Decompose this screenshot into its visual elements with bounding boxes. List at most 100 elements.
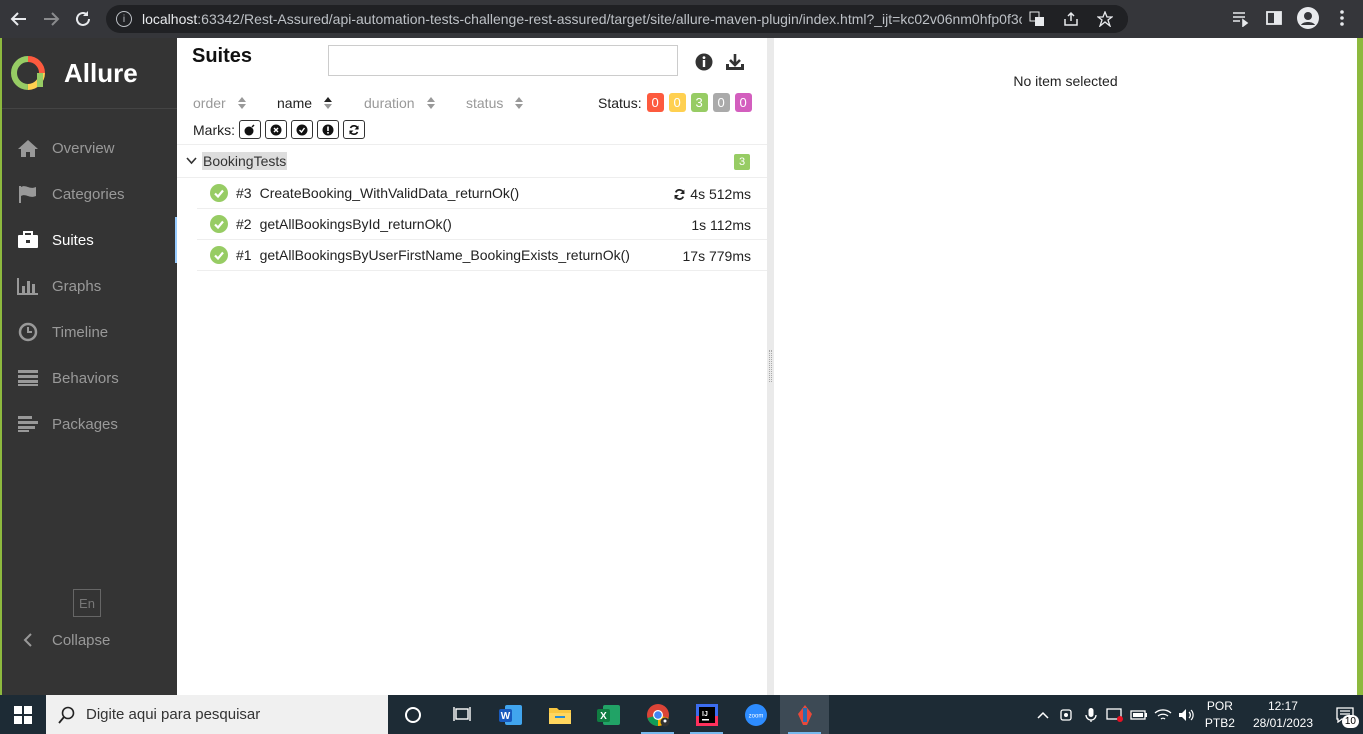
bookmark-star-icon[interactable] [1090, 5, 1120, 33]
suites-tree: BookingTests 3 #3 CreateBooking_WithVali… [177, 144, 767, 271]
mark-flaky-toggle[interactable] [239, 120, 261, 139]
chevron-left-icon [16, 633, 40, 647]
chevron-up-icon[interactable] [1031, 695, 1055, 734]
browser-toolbar: i localhost:63342/Rest-Assured/api-autom… [0, 0, 1363, 38]
collapse-button[interactable]: Collapse [16, 622, 110, 658]
suite-passed-count-badge: 3 [734, 154, 750, 170]
status-unknown-toggle[interactable]: 0 [734, 93, 752, 112]
taskbar-clock[interactable]: 12:17 28/01/2023 [1253, 698, 1313, 732]
test-number: #3 [236, 185, 252, 201]
nav-item-graphs[interactable]: Graphs [2, 263, 177, 309]
info-button[interactable] [693, 51, 715, 73]
page-title: Suites [192, 45, 253, 67]
sort-arrows-icon [324, 97, 333, 109]
notification-count: 10 [1341, 715, 1359, 728]
back-icon[interactable] [3, 3, 35, 35]
info-icon[interactable]: i [116, 11, 132, 27]
postman-app-icon[interactable] [780, 695, 829, 734]
windows-start-icon[interactable] [0, 695, 46, 734]
address-bar[interactable]: i localhost:63342/Rest-Assured/api-autom… [106, 5, 1128, 33]
intellij-app-icon[interactable]: IJ [682, 695, 731, 734]
browser-menu-icon[interactable] [1327, 3, 1357, 33]
passed-check-icon [210, 184, 228, 202]
sort-order[interactable]: order [193, 95, 246, 111]
svg-text:zoom: zoom [748, 713, 763, 719]
nav-item-overview[interactable]: Overview [2, 125, 177, 171]
mark-new-broken-toggle[interactable] [317, 120, 339, 139]
keyboard-layout: PTB2 [1204, 715, 1235, 730]
nav-item-packages[interactable]: Packages [2, 401, 177, 447]
status-skipped-toggle[interactable]: 0 [712, 93, 730, 112]
excel-app-icon[interactable]: X [584, 695, 633, 734]
splitter-grip[interactable] [769, 350, 772, 382]
sort-name[interactable]: name [277, 95, 333, 111]
status-passed-toggle[interactable]: 3 [690, 93, 708, 112]
nav-label: Suites [52, 231, 94, 249]
zoom-app-icon[interactable]: zoom [731, 695, 780, 734]
passed-check-icon [210, 215, 228, 233]
battery-icon[interactable] [1127, 695, 1151, 734]
reload-icon[interactable] [67, 3, 99, 35]
wifi-icon[interactable] [1151, 695, 1175, 734]
nav-item-timeline[interactable]: Timeline [2, 309, 177, 355]
suite-group-row[interactable]: BookingTests 3 [177, 145, 767, 178]
nav-item-behaviors[interactable]: Behaviors [2, 355, 177, 401]
chrome-app-icon[interactable] [633, 695, 682, 734]
align-left-icon [16, 413, 40, 435]
test-row[interactable]: #2 getAllBookingsById_returnOk() 1s 112m… [197, 209, 767, 240]
svg-text:X: X [600, 711, 607, 722]
download-button[interactable] [724, 51, 746, 73]
share-icon[interactable] [1056, 5, 1086, 33]
microphone-icon[interactable] [1079, 695, 1103, 734]
taskbar-search-box[interactable]: Digite aqui para pesquisar [46, 695, 388, 734]
svg-text:W: W [500, 711, 510, 722]
screen-share-icon[interactable] [1103, 695, 1127, 734]
test-name: CreateBooking_WithValidData_returnOk() [259, 185, 520, 201]
input-language-indicator[interactable]: POR PTB2 [1205, 698, 1235, 732]
task-view-icon[interactable] [437, 695, 486, 734]
status-label: Status: [598, 94, 642, 111]
test-number: #1 [236, 247, 252, 263]
status-failed-toggle[interactable]: 0 [646, 93, 664, 112]
nav-item-categories[interactable]: Categories [2, 171, 177, 217]
sort-duration[interactable]: duration [364, 95, 435, 111]
test-number: #2 [236, 216, 252, 232]
test-duration: 1s 112ms [691, 217, 751, 233]
reading-list-icon[interactable] [1225, 3, 1255, 33]
translate-icon[interactable] [1022, 5, 1052, 33]
chevron-down-icon[interactable] [186, 157, 200, 165]
passed-check-icon [210, 246, 228, 264]
pane-splitter[interactable] [767, 38, 774, 695]
test-row[interactable]: #1 getAllBookingsByUserFirstName_Booking… [197, 240, 767, 271]
os-taskbar: Digite aqui para pesquisar W X IJ zoom P… [0, 695, 1363, 734]
nav-item-suites[interactable]: Suites [2, 217, 179, 263]
notifications-button[interactable]: 10 [1327, 695, 1363, 734]
search-input[interactable] [328, 45, 678, 76]
system-tray: POR PTB2 12:17 28/01/2023 10 [1031, 695, 1363, 734]
camera-icon[interactable] [1055, 695, 1079, 734]
brand[interactable]: Allure [2, 38, 177, 109]
allure-report-page: Allure Overview Categories Suites Graphs… [0, 38, 1363, 695]
sort-status[interactable]: status [466, 95, 524, 111]
side-panel-icon[interactable] [1259, 3, 1289, 33]
status-broken-toggle[interactable]: 0 [668, 93, 686, 112]
clock-date: 28/01/2023 [1252, 715, 1313, 730]
test-row[interactable]: #3 CreateBooking_WithValidData_returnOk(… [197, 178, 767, 209]
mark-retries-toggle[interactable] [343, 120, 365, 139]
list-icon [16, 367, 40, 389]
file-explorer-icon[interactable] [535, 695, 584, 734]
sort-label: status [466, 95, 504, 111]
sort-label: duration [364, 95, 415, 111]
cortana-icon[interactable] [388, 695, 437, 734]
forward-icon[interactable] [35, 3, 67, 35]
language-switch-button[interactable]: En [73, 589, 101, 617]
info-circle-icon [695, 53, 713, 71]
url-host: localhost [142, 11, 198, 27]
mark-new-failed-toggle[interactable] [265, 120, 287, 139]
profile-avatar-icon[interactable] [1293, 3, 1323, 33]
sort-label: order [193, 95, 226, 111]
flag-icon [16, 183, 40, 205]
mark-new-passed-toggle[interactable] [291, 120, 313, 139]
word-app-icon[interactable]: W [486, 695, 535, 734]
volume-icon[interactable] [1175, 695, 1199, 734]
